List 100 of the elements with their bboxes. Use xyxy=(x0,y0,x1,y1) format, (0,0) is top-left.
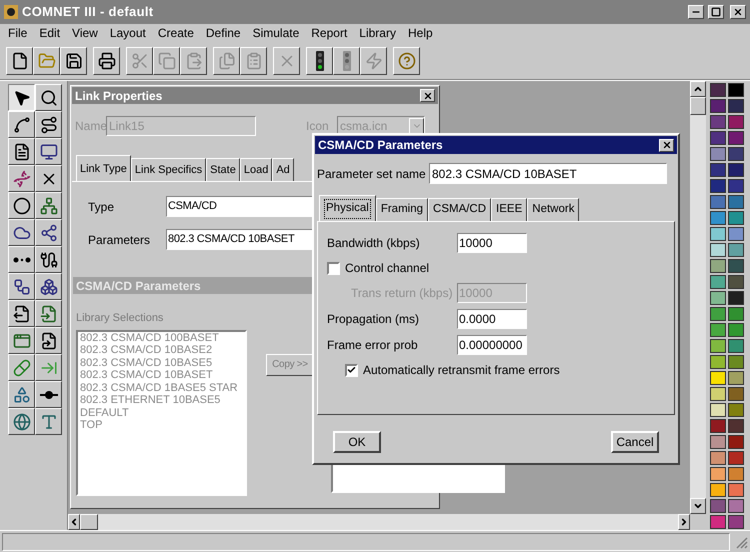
color-swatch[interactable] xyxy=(710,147,726,161)
menu-item[interactable]: Define xyxy=(200,24,247,42)
tab[interactable]: IEEE xyxy=(491,198,528,221)
menu-item[interactable]: View xyxy=(66,24,104,42)
color-swatch[interactable] xyxy=(728,451,744,465)
color-swatch[interactable] xyxy=(728,131,744,145)
color-swatch[interactable] xyxy=(728,259,744,273)
color-swatch[interactable] xyxy=(710,323,726,337)
horizontal-scrollbar[interactable] xyxy=(68,514,690,530)
color-swatch[interactable] xyxy=(710,499,726,513)
tool-button[interactable] xyxy=(8,84,35,111)
color-swatch[interactable] xyxy=(710,451,726,465)
color-swatch[interactable] xyxy=(710,195,726,209)
color-swatch[interactable] xyxy=(728,355,744,369)
color-swatch[interactable] xyxy=(728,403,744,417)
close-button[interactable] xyxy=(659,138,674,152)
color-swatch[interactable] xyxy=(710,483,726,497)
tab[interactable]: Link Type xyxy=(76,155,131,182)
color-swatch[interactable] xyxy=(710,275,726,289)
color-swatch[interactable] xyxy=(710,179,726,193)
toolbar-button[interactable] xyxy=(60,46,87,74)
color-swatch[interactable] xyxy=(728,323,744,337)
color-swatch[interactable] xyxy=(728,179,744,193)
color-swatch[interactable] xyxy=(728,243,744,257)
dialog-button[interactable]: OK xyxy=(333,431,381,453)
tab[interactable]: CSMA/CD xyxy=(428,198,492,221)
toolbar-button[interactable] xyxy=(306,46,333,74)
tab[interactable]: State xyxy=(206,158,240,181)
color-swatch[interactable] xyxy=(710,371,726,385)
color-swatch[interactable] xyxy=(710,467,726,481)
color-swatch[interactable] xyxy=(728,275,744,289)
tab[interactable]: Framing xyxy=(376,198,428,221)
color-swatch[interactable] xyxy=(710,339,726,353)
scroll-thumb[interactable] xyxy=(80,514,98,530)
color-swatch[interactable] xyxy=(710,403,726,417)
menu-item[interactable]: Library xyxy=(353,24,402,42)
color-swatch[interactable] xyxy=(728,195,744,209)
color-swatch[interactable] xyxy=(710,115,726,129)
toolbar-button[interactable] xyxy=(6,46,33,74)
tab[interactable]: Ad xyxy=(272,158,294,181)
tab[interactable]: Network xyxy=(527,198,580,221)
close-button[interactable] xyxy=(730,5,746,19)
color-swatch[interactable] xyxy=(728,147,744,161)
menu-item[interactable]: Simulate xyxy=(246,24,306,42)
color-swatch[interactable] xyxy=(710,243,726,257)
color-swatch[interactable] xyxy=(710,515,726,529)
menu-item[interactable]: File xyxy=(2,24,34,42)
checkbox[interactable] xyxy=(345,364,358,376)
dialog-button[interactable]: Cancel xyxy=(611,431,659,453)
color-swatch[interactable] xyxy=(728,435,744,449)
color-swatch[interactable] xyxy=(728,371,744,385)
checkbox[interactable] xyxy=(327,262,340,274)
maximize-button[interactable] xyxy=(708,5,724,19)
color-swatch[interactable] xyxy=(710,259,726,273)
color-swatch[interactable] xyxy=(728,307,744,321)
color-swatch[interactable] xyxy=(728,291,744,305)
color-swatch[interactable] xyxy=(728,499,744,513)
menu-item[interactable]: Edit xyxy=(33,24,66,42)
color-swatch[interactable] xyxy=(710,291,726,305)
color-swatch[interactable] xyxy=(728,83,744,97)
color-swatch[interactable] xyxy=(710,419,726,433)
menu-item[interactable]: Layout xyxy=(104,24,152,42)
color-swatch[interactable] xyxy=(710,227,726,241)
color-swatch[interactable] xyxy=(710,211,726,225)
color-swatch[interactable] xyxy=(728,515,744,529)
minimize-button[interactable] xyxy=(688,5,704,19)
menu-item[interactable]: Report xyxy=(305,24,354,42)
color-swatch[interactable] xyxy=(728,99,744,113)
color-swatch[interactable] xyxy=(710,387,726,401)
toolbar-button[interactable] xyxy=(93,46,120,74)
color-swatch[interactable] xyxy=(710,307,726,321)
number-field[interactable]: 0.0000 xyxy=(457,309,527,329)
color-swatch[interactable] xyxy=(710,99,726,113)
menu-item[interactable]: Create xyxy=(152,24,200,42)
color-swatch[interactable] xyxy=(728,387,744,401)
color-swatch[interactable] xyxy=(728,339,744,353)
color-swatch[interactable] xyxy=(710,355,726,369)
tab[interactable]: Physical xyxy=(319,195,376,222)
scroll-thumb[interactable] xyxy=(690,97,706,115)
tab[interactable]: Link Specifics xyxy=(130,158,206,181)
number-field[interactable]: 0.00000000 xyxy=(457,335,527,355)
vertical-scrollbar[interactable] xyxy=(690,81,706,514)
color-swatch[interactable] xyxy=(710,163,726,177)
toolbar-button[interactable] xyxy=(33,46,60,74)
color-swatch[interactable] xyxy=(728,419,744,433)
number-field[interactable]: 10000 xyxy=(457,233,527,253)
menu-item[interactable]: Help xyxy=(402,24,439,42)
color-swatch[interactable] xyxy=(728,211,744,225)
color-swatch[interactable] xyxy=(710,435,726,449)
color-swatch[interactable] xyxy=(728,227,744,241)
tab[interactable]: Load xyxy=(240,158,272,181)
color-swatch[interactable] xyxy=(728,483,744,497)
color-swatch[interactable] xyxy=(728,467,744,481)
close-button[interactable] xyxy=(420,89,435,102)
color-swatch[interactable] xyxy=(728,163,744,177)
color-swatch[interactable] xyxy=(710,83,726,97)
color-swatch[interactable] xyxy=(710,131,726,145)
color-swatch[interactable] xyxy=(728,115,744,129)
text-field[interactable]: 802.3 CSMA/CD 10BASET xyxy=(429,163,667,184)
toolbar-button[interactable] xyxy=(393,46,420,74)
